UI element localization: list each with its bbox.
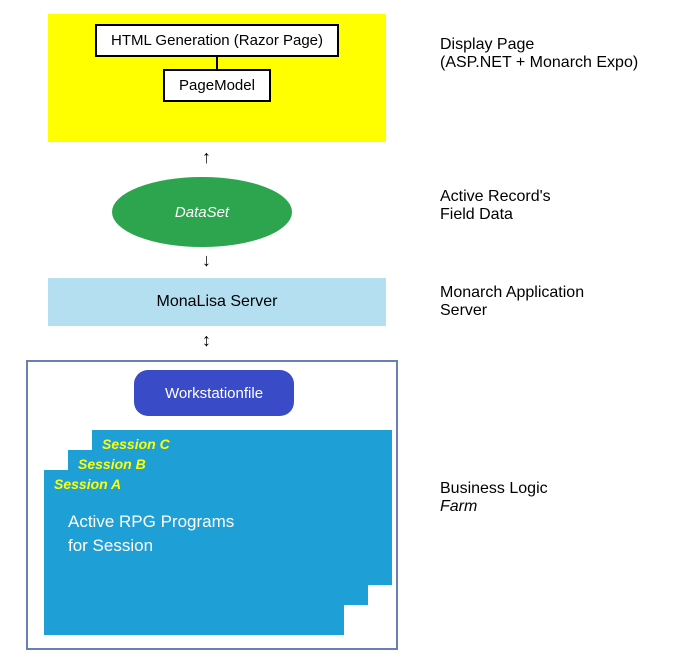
- session-a-card: Session A Active RPG Programs for Sessio…: [44, 470, 344, 635]
- monalisa-server-box: MonaLisa Server: [48, 278, 386, 326]
- dataset-node: DataSet: [112, 177, 292, 247]
- arrow-updown-icon: ↕: [202, 330, 211, 351]
- label-display-page: Display Page (ASP.NET + Monarch Expo): [440, 36, 638, 72]
- label-active-record: Active Record's Field Data: [440, 188, 551, 224]
- label-business-logic-farm: Business Logic Farm: [440, 480, 548, 516]
- label-monarch-app-server: Monarch Application Server: [440, 284, 584, 320]
- arrow-down-icon: ↓: [202, 250, 211, 271]
- connector-line: [216, 57, 218, 69]
- html-generation-box: HTML Generation (Razor Page): [95, 24, 339, 57]
- workstationfile-node: Workstationfile: [134, 370, 294, 416]
- session-body-line2: for Session: [68, 534, 334, 558]
- arrow-up-icon: ↑: [202, 147, 211, 168]
- session-body-line1: Active RPG Programs: [68, 510, 334, 534]
- session-a-title: Session A: [54, 476, 334, 492]
- display-page-layer: HTML Generation (Razor Page) PageModel: [48, 14, 386, 142]
- pagemodel-box: PageModel: [163, 69, 271, 102]
- business-logic-farm: Workstationfile Session C Session B Sess…: [26, 360, 398, 650]
